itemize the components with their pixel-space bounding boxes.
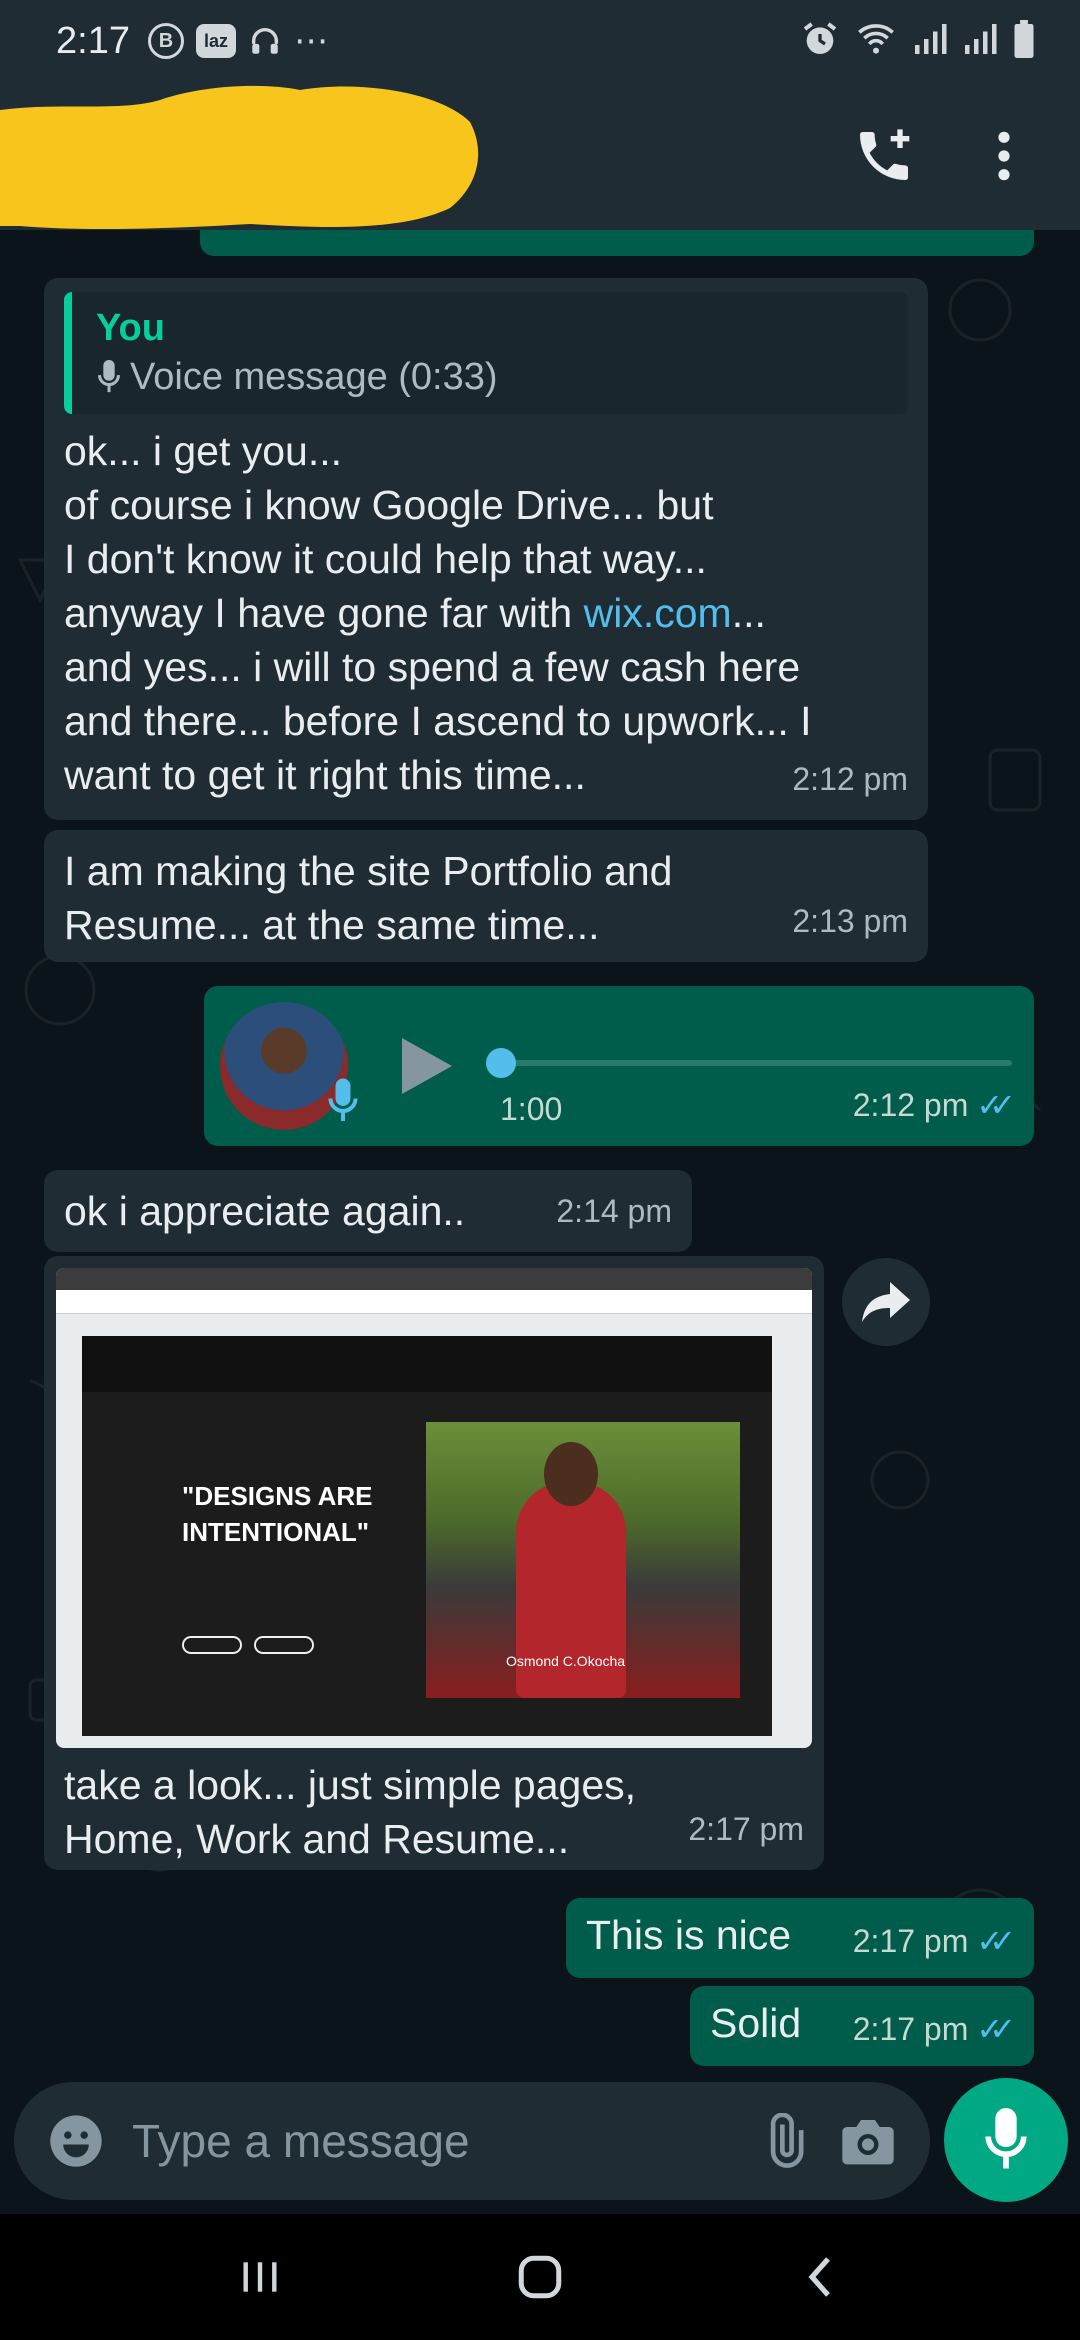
voice-progress-handle[interactable] [486,1048,516,1078]
message-input[interactable] [132,2114,732,2168]
signal-icon [912,21,948,62]
headphones-icon [248,24,282,58]
message-meta: 2:17 pm ✓✓ [852,2002,1016,2056]
message-line: I am making the site Portfolio and [64,848,673,894]
message-bubble-outgoing[interactable]: This is nice 2:17 pm ✓✓ [566,1898,1034,1978]
image-caption-name: Osmond C.Okocha [506,1653,626,1669]
read-ticks-icon: ✓✓ [976,1923,1015,1959]
message-bubble-incoming[interactable]: I am making the site Portfolio and Resum… [44,830,928,962]
message-text: ok i appreciate again.. [64,1188,466,1234]
laz-badge-icon: laz [195,24,236,58]
message-composer [14,2082,930,2200]
message-text: Solid [710,2000,802,2046]
record-voice-button[interactable] [944,2078,1068,2202]
avatar [220,1002,358,1130]
message-line: of course i know Google Drive... but [64,482,714,528]
message-line: and there... before I ascend to upwork..… [64,698,812,744]
message-line: I don't know it could help that way... [64,536,707,582]
message-bubble-incoming[interactable]: You Voice message (0:33) ok... i get you… [44,278,928,820]
message-meta: 2:14 pm [556,1184,672,1238]
shared-image[interactable]: "DESIGNS ARE INTENTIONAL" Osmond C.Okoch… [56,1268,812,1748]
message-line-text: anyway I have gone far with [64,590,584,636]
message-meta: 2:12 pm ✓✓ [852,1078,1016,1132]
more-vert-icon[interactable] [964,116,1044,196]
message-time: 2:17 pm [852,1923,969,1959]
message-text: This is nice [586,1912,792,1958]
redacted-contact-name[interactable] [0,82,480,230]
mic-icon [985,2108,1027,2169]
message-line: want to get it right this time... [64,752,586,798]
message-line: and yes... i will to spend a few cash he… [64,644,801,690]
read-ticks-icon: ✓✓ [976,2011,1015,2047]
home-button[interactable] [500,2237,580,2317]
message-meta: 2:17 pm ✓✓ [852,1914,1016,1968]
message-bubble-outgoing[interactable]: Solid 2:17 pm ✓✓ [690,1986,1034,2066]
quoted-voice-label: Voice message (0:33) [130,356,498,398]
chat-area[interactable]: You Voice message (0:33) ok... i get you… [0,230,1080,2080]
voice-message-bubble[interactable]: 1:00 2:12 pm ✓✓ [204,986,1034,1146]
image-buttons [182,1636,314,1654]
wifi-icon [854,19,898,64]
image-site-nav [82,1336,772,1392]
quoted-message[interactable]: You Voice message (0:33) [64,292,908,414]
battery-icon [1012,19,1036,63]
recent-apps-button[interactable] [220,2237,300,2317]
add-call-icon[interactable] [844,116,924,196]
link-suffix: ... [731,590,766,636]
camera-icon[interactable] [836,2109,900,2173]
link-wix[interactable]: wix.com [584,590,732,636]
message-text: ok... i get you... of course i know Goog… [64,424,908,802]
message-meta: 2:13 pm [792,894,908,948]
alarm-icon [800,19,840,64]
voice-duration: 1:00 [500,1091,563,1127]
system-nav-bar [0,2214,1080,2340]
message-time: 2:14 pm [556,1193,672,1229]
mic-icon [98,360,120,393]
message-time: 2:17 pm [688,1811,804,1847]
voice-progress-track[interactable] [500,1060,1012,1066]
message-line: ok... i get you... [64,428,343,474]
status-bar: 2:17 B laz ⋯ [0,0,1080,82]
image-browser-bar [56,1268,812,1290]
forward-icon[interactable] [842,1258,930,1346]
more-notifications-icon: ⋯ [293,22,328,60]
image-headline: "DESIGNS ARE INTENTIONAL" [182,1481,373,1547]
message-line: anyway I have gone far with wix.com... [64,586,908,640]
image-message-bubble[interactable]: "DESIGNS ARE INTENTIONAL" Osmond C.Okoch… [44,1256,824,1870]
partial-message-bubble[interactable] [200,230,1034,256]
quoted-author: You [96,307,165,349]
chat-header [0,82,1080,230]
attach-icon[interactable] [752,2109,816,2173]
message-bubble-incoming[interactable]: ok i appreciate again.. 2:14 pm [44,1170,692,1252]
back-button[interactable] [780,2237,860,2317]
message-meta: 2:12 pm [792,752,908,806]
message-time: 2:17 pm [852,2011,969,2047]
mic-icon [328,1078,358,1138]
status-time: 2:17 [56,19,130,62]
image-website-preview: "DESIGNS ARE INTENTIONAL" Osmond C.Okoch… [82,1336,772,1736]
message-time: 2:12 pm [792,761,908,797]
message-meta: 2:17 pm [688,1802,804,1856]
message-time: 2:12 pm [852,1087,969,1123]
quoted-text: Voice message (0:33) [96,352,884,402]
emoji-icon[interactable] [44,2109,108,2173]
signal-icon-2 [962,21,998,62]
read-ticks-icon: ✓✓ [976,1087,1015,1123]
image-portrait: Osmond C.Okocha [426,1422,740,1698]
b-badge-icon: B [147,23,184,59]
message-time: 2:13 pm [792,903,908,939]
image-person-face [544,1442,598,1506]
image-editor-bar [56,1290,812,1314]
message-line: Resume... at the same time... [64,902,600,948]
play-icon[interactable] [402,1038,452,1094]
